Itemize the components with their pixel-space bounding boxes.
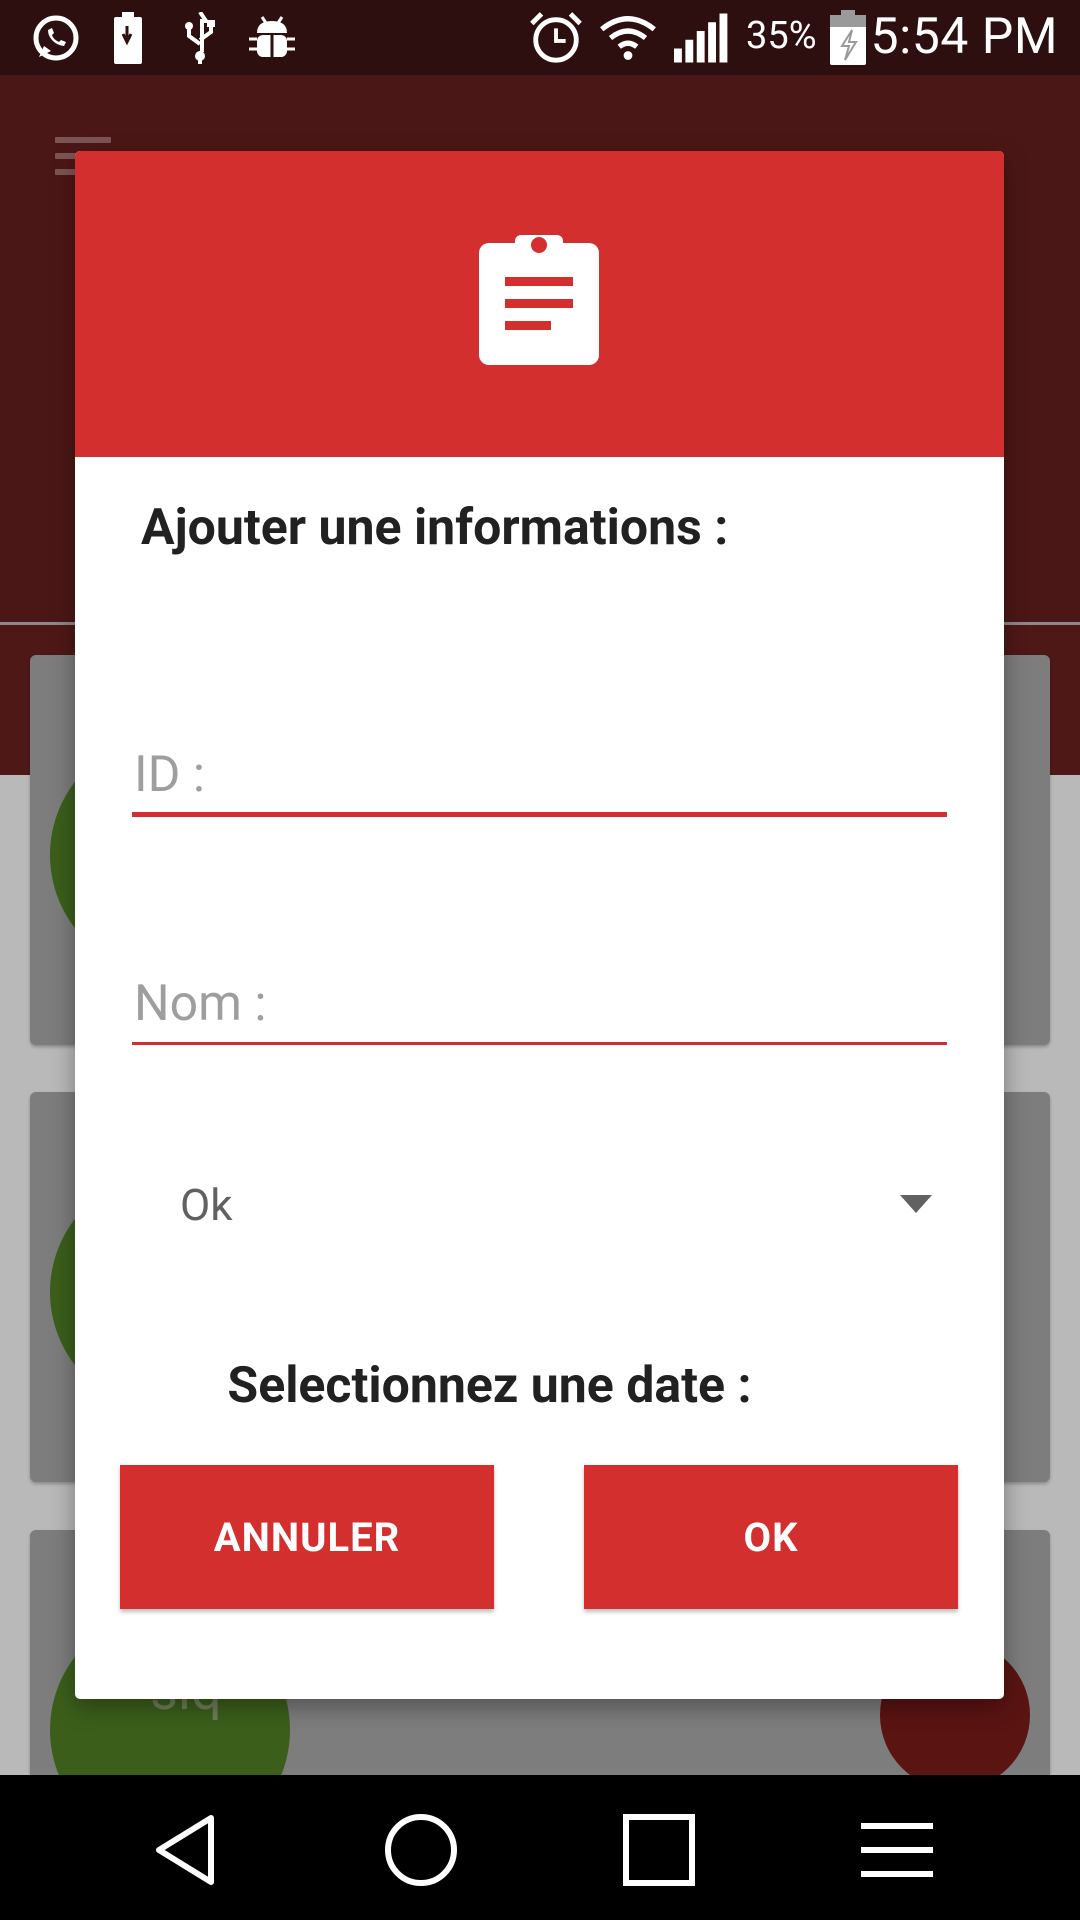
usb-icon [172, 10, 228, 66]
android-debug-icon [244, 10, 300, 66]
recents-icon[interactable] [614, 1805, 704, 1895]
status-bar: 35% 5:54 PM [0, 0, 1080, 75]
date-label-text: Selectionnez une date : [227, 1357, 752, 1415]
battery-icon [820, 10, 876, 66]
alarm-icon [528, 10, 584, 66]
id-field[interactable] [132, 737, 947, 817]
status-spinner[interactable]: Ok [172, 1151, 952, 1261]
ok-button[interactable]: OK [584, 1465, 958, 1609]
clipboard-icon [477, 229, 601, 367]
back-icon[interactable] [140, 1805, 230, 1895]
dialog-header [75, 151, 1004, 457]
battery-charging-icon [100, 10, 156, 66]
id-input[interactable] [132, 737, 947, 812]
navigation-bar [0, 1775, 1080, 1920]
nom-field[interactable] [132, 965, 947, 1045]
menu-icon[interactable] [852, 1805, 942, 1895]
dropdown-caret-icon [900, 1195, 932, 1213]
dialog-title: Ajouter une informations : [141, 499, 729, 557]
home-icon[interactable] [376, 1805, 466, 1895]
nom-input[interactable] [132, 965, 947, 1042]
wifi-icon [600, 10, 656, 66]
whatsapp-icon [28, 10, 84, 66]
signal-icon [674, 10, 730, 66]
battery-percent: 35% [746, 14, 817, 58]
cancel-button[interactable]: ANNULER [120, 1465, 494, 1609]
date-label: Selectionnez une date : [75, 1357, 1004, 1415]
status-time: 5:54 PM [870, 8, 1058, 66]
add-info-dialog: Ajouter une informations : Ok Selectionn… [75, 151, 1004, 1699]
spinner-selected-value: Ok [180, 1179, 233, 1231]
